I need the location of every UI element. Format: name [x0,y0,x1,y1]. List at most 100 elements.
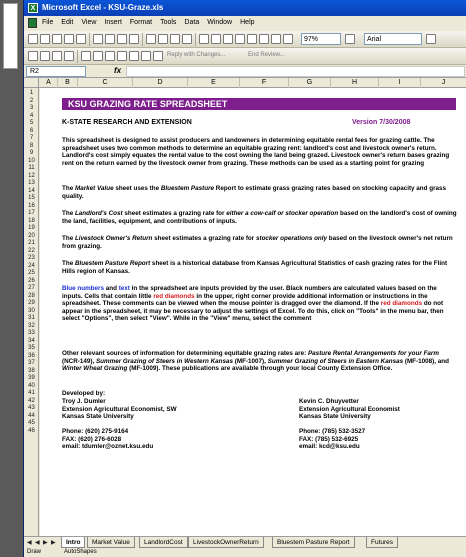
open-icon[interactable] [40,34,50,44]
cut-icon[interactable] [146,34,156,44]
new-icon[interactable] [28,34,38,44]
hyperlink-icon[interactable] [223,34,233,44]
row-header[interactable]: 9 [24,150,39,158]
zoom-select[interactable]: 97% [301,33,341,45]
row-header[interactable]: 32 [24,323,39,331]
row-header[interactable]: 35 [24,345,39,353]
email-icon[interactable] [76,34,86,44]
row-header[interactable]: 21 [24,240,39,248]
row-header[interactable]: 45 [24,420,39,428]
permission-icon[interactable] [64,34,74,44]
column-header[interactable]: F [240,78,289,88]
track-changes-icon[interactable] [64,51,74,61]
row-header[interactable]: 14 [24,188,39,196]
font-select[interactable]: Arial [364,33,422,45]
draw-menu[interactable]: Draw [27,549,41,555]
row-header[interactable]: 30 [24,308,39,316]
last-sheet-icon[interactable]: ▶ [51,539,58,546]
show-all-comments-icon[interactable] [105,51,115,61]
edit-comment-icon[interactable] [81,51,91,61]
row-header[interactable]: 44 [24,413,39,421]
row-header[interactable]: 31 [24,315,39,323]
format-painter-icon[interactable] [182,34,192,44]
show-comment-icon[interactable] [28,51,38,61]
developer-1-email[interactable]: email: tdumler@oznet.ksu.edu [62,443,177,451]
row-header[interactable]: 43 [24,405,39,413]
prev-sheet-icon[interactable]: ◀ [35,539,42,546]
tab-futures[interactable]: Futures [366,537,399,548]
menu-edit[interactable]: Edit [61,19,73,26]
column-header[interactable]: A [40,78,58,88]
row-header[interactable]: 11 [24,165,39,173]
row-header[interactable]: 27 [24,285,39,293]
formula-input[interactable] [126,66,465,77]
copy-icon[interactable] [158,34,168,44]
row-header[interactable]: 33 [24,330,39,338]
column-header[interactable]: B [58,78,78,88]
column-header[interactable]: D [133,78,188,88]
row-header[interactable]: 23 [24,255,39,263]
row-header[interactable]: 42 [24,398,39,406]
row-header[interactable]: 6 [24,128,39,136]
menu-window[interactable]: Window [207,19,232,26]
row-header[interactable]: 2 [24,98,39,106]
column-header[interactable]: E [188,78,240,88]
row-header[interactable]: 22 [24,248,39,256]
tab-bluestem-pasture-report[interactable]: Bluestem Pasture Report [272,537,355,548]
row-header[interactable]: 25 [24,270,39,278]
undo-icon[interactable] [199,34,209,44]
row-header[interactable]: 8 [24,143,39,151]
select-all-corner[interactable] [24,78,39,88]
row-header[interactable]: 29 [24,300,39,308]
autoshapes-menu[interactable]: AutoShapes [64,549,97,555]
sort-ascending-icon[interactable] [247,34,257,44]
menu-view[interactable]: View [81,19,96,26]
row-header[interactable]: 39 [24,375,39,383]
developer-2-email[interactable]: email: kcd@ksu.edu [299,443,400,451]
row-header[interactable]: 4 [24,113,39,121]
row-header[interactable]: 40 [24,383,39,391]
row-header[interactable]: 20 [24,233,39,241]
column-header[interactable]: J [421,78,466,88]
row-header[interactable]: 18 [24,218,39,226]
reply-icon[interactable] [153,51,163,61]
tab-livestock-owner-return[interactable]: LivestockOwnerReturn [188,537,264,548]
font-size-icon[interactable] [426,34,436,44]
row-header[interactable]: 7 [24,135,39,143]
tab-intro[interactable]: Intro [61,537,86,548]
next-comment-icon[interactable] [52,51,62,61]
end-review-button[interactable]: End Review... [248,52,285,58]
next-sheet-icon[interactable]: ▶ [43,539,50,546]
workbook-icon[interactable] [28,18,37,28]
row-header[interactable]: 1 [24,90,39,98]
row-header[interactable]: 15 [24,195,39,203]
redo-icon[interactable] [211,34,221,44]
previous-comment-icon[interactable] [40,51,50,61]
row-header[interactable]: 13 [24,180,39,188]
tab-landlord-cost[interactable]: LandlordCost [139,537,188,548]
row-header[interactable]: 28 [24,293,39,301]
first-sheet-icon[interactable]: ◀ [27,539,34,546]
row-header[interactable]: 5 [24,120,39,128]
delete-comment-icon[interactable] [93,51,103,61]
row-header[interactable]: 12 [24,173,39,181]
row-header[interactable]: 41 [24,390,39,398]
paste-icon[interactable] [170,34,180,44]
menu-file[interactable]: File [42,19,53,26]
column-header[interactable]: C [78,78,133,88]
sort-descending-icon[interactable] [259,34,269,44]
row-header[interactable]: 36 [24,353,39,361]
autosum-icon[interactable] [235,34,245,44]
column-header[interactable]: I [379,78,421,88]
print-icon[interactable] [93,34,103,44]
menu-data[interactable]: Data [184,19,199,26]
row-header[interactable]: 46 [24,428,39,436]
chart-wizard-icon[interactable] [271,34,281,44]
menu-tools[interactable]: Tools [160,19,176,26]
column-header[interactable]: G [289,78,331,88]
help-icon[interactable] [345,34,355,44]
name-box[interactable]: R2 [26,66,86,77]
spelling-icon[interactable] [117,34,127,44]
row-header[interactable]: 37 [24,360,39,368]
worksheet[interactable]: KSU GRAZING RATE SPREADSHEET K-STATE RES… [40,88,466,536]
